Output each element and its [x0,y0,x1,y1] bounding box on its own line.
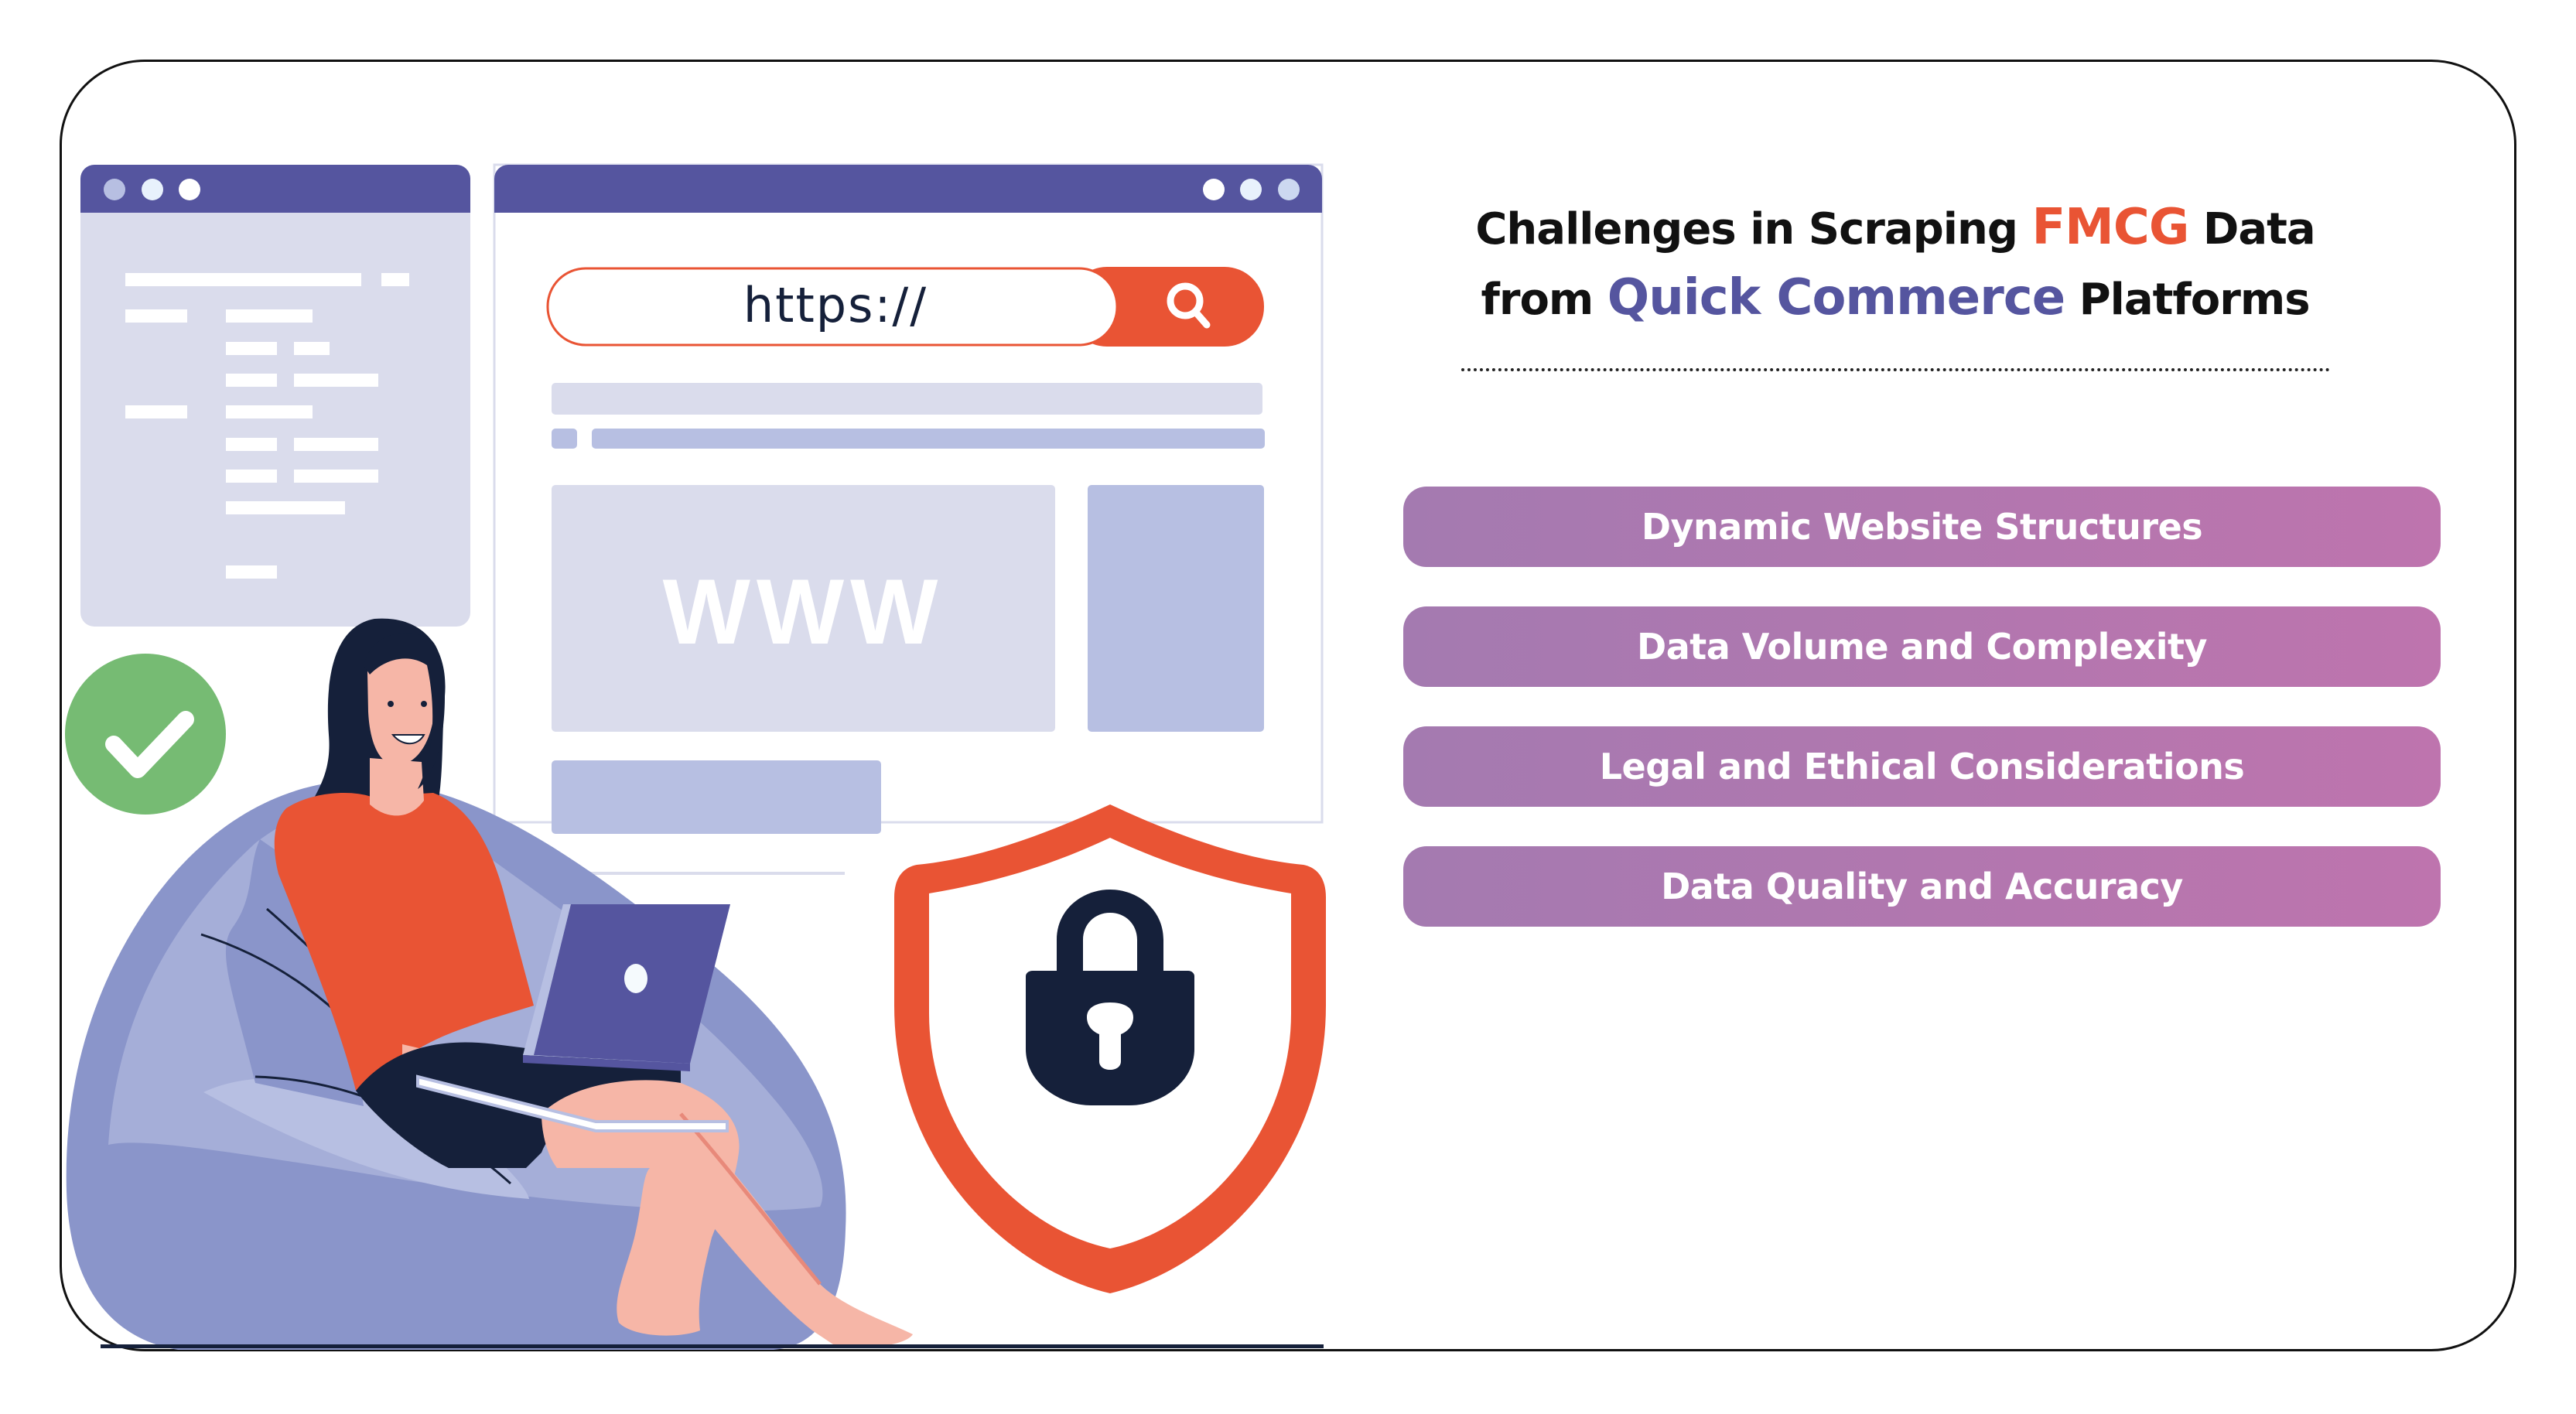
content-bar [552,429,577,449]
challenge-item-legal-ethical: Legal and Ethical Considerations [1403,726,2441,807]
challenge-item-data-volume-complexity: Data Volume and Complexity [1403,606,2441,687]
window-dot-icon [1240,179,1262,200]
sidebar-panel [1088,485,1264,732]
window-dot-icon [142,179,163,200]
url-bar-text: https:// [743,277,928,333]
page-title: Challenges in Scraping FMCG Data from Qu… [1416,193,2375,334]
dotted-divider [1461,368,2330,371]
title-highlight-quick-commerce: Quick Commerce [1607,269,2065,326]
title-highlight-fmcg: FMCG [2031,199,2189,256]
title-text: Platforms [2079,275,2311,325]
check-circle-icon [65,654,226,815]
code-window [80,165,470,627]
title-text: Data [2202,204,2316,254]
challenge-list: Dynamic Website Structures Data Volume a… [1403,487,2441,966]
content-line [552,872,845,875]
browser-window [493,163,1324,875]
floor-line [101,1344,1324,1348]
window-dot-icon [1203,179,1225,200]
content-bar [552,383,1262,415]
content-bar [592,429,1265,449]
window-dot-icon [104,179,125,200]
challenge-item-data-quality-accuracy: Data Quality and Accuracy [1403,846,2441,927]
browser-titlebar [494,165,1322,213]
code-window-body [80,165,470,627]
www-placeholder: WWW [662,560,945,664]
shield-lock-icon [894,804,1326,1293]
window-dot-icon [179,179,200,200]
title-text: Challenges in Scraping [1475,204,2018,254]
title-line-2: from Quick Commerce Platforms [1416,264,2375,334]
title-line-1: Challenges in Scraping FMCG Data [1416,193,2375,264]
challenge-item-dynamic-website-structures: Dynamic Website Structures [1403,487,2441,567]
title-text: from [1481,275,1594,325]
content-block [552,760,881,834]
window-dot-icon [1278,179,1300,200]
code-window-titlebar [80,165,470,213]
